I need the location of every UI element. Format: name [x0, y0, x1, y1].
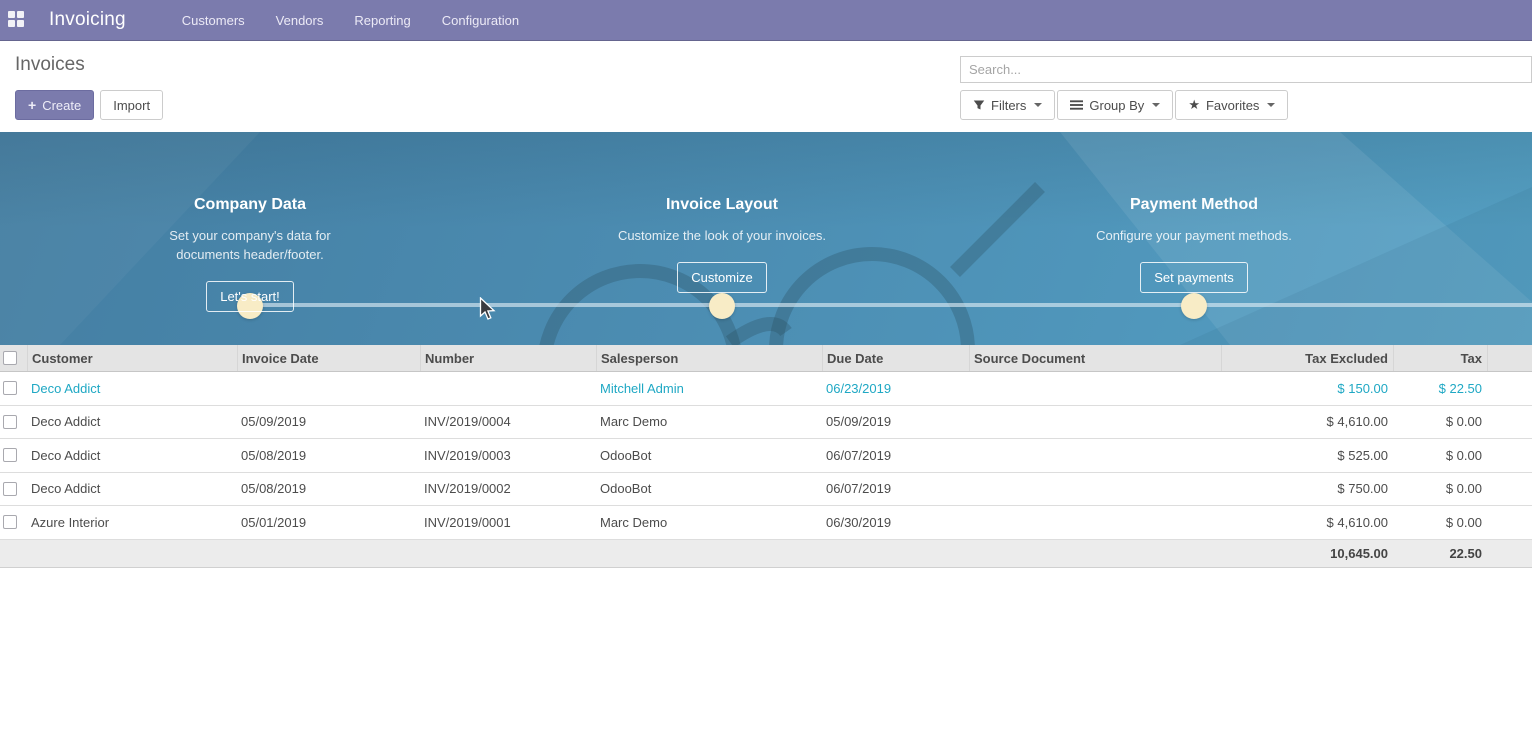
favorites-button[interactable]: ★ Favorites [1175, 90, 1288, 120]
column-header-customer[interactable]: Customer [27, 345, 237, 371]
menu-reporting[interactable]: Reporting [354, 13, 410, 28]
column-header-source-document[interactable]: Source Document [969, 345, 1221, 371]
onboarding-step-company-data: Company Data Set your company's data for… [100, 196, 400, 312]
step-title: Payment Method [1044, 196, 1344, 214]
app-brand-title: Invoicing [49, 9, 126, 31]
row-checkbox[interactable] [3, 515, 17, 529]
onboarding-step-payment-method: Payment Method Configure your payment me… [1044, 196, 1344, 293]
chevron-down-icon [1267, 103, 1275, 107]
cell-invoice-date: 05/08/2019 [237, 481, 420, 496]
column-header-spacer [1487, 345, 1532, 371]
group-by-button[interactable]: Group By [1057, 90, 1173, 120]
cell-salesperson: OdooBot [596, 481, 822, 496]
plus-icon: + [28, 97, 36, 113]
cell-due-date: 05/09/2019 [822, 414, 969, 429]
cell-salesperson: Marc Demo [596, 515, 822, 530]
star-icon: ★ [1188, 97, 1200, 113]
cell-number: INV/2019/0001 [420, 515, 596, 530]
cell-due-date: 06/07/2019 [822, 448, 969, 463]
step-description: Customize the look of your invoices. [611, 226, 833, 245]
row-checkbox[interactable] [3, 482, 17, 496]
onboarding-banner: Company Data Set your company's data for… [0, 132, 1532, 345]
table-header-row: Customer Invoice Date Number Salesperson… [0, 345, 1532, 372]
step-description: Configure your payment methods. [1083, 226, 1305, 245]
step-description: Set your company's data for documents he… [139, 226, 361, 264]
menu-vendors[interactable]: Vendors [276, 13, 324, 28]
cell-salesperson: Mitchell Admin [596, 381, 822, 396]
cell-tax: $ 0.00 [1393, 515, 1487, 530]
cell-customer: Deco Addict [27, 481, 237, 496]
column-header-number[interactable]: Number [420, 345, 596, 371]
cell-number: INV/2019/0003 [420, 448, 596, 463]
step-title: Company Data [100, 196, 400, 214]
total-tax-excluded: 10,645.00 [1221, 546, 1393, 561]
total-tax: 22.50 [1393, 546, 1487, 561]
filters-button[interactable]: Filters [960, 90, 1055, 120]
invoice-list: Customer Invoice Date Number Salesperson… [0, 345, 1532, 568]
invoicing-app: Invoicing Customers Vendors Reporting Co… [0, 0, 1532, 753]
cell-tax-excluded: $ 525.00 [1221, 448, 1393, 463]
step-dot-invoice-layout [709, 293, 735, 319]
customize-button[interactable]: Customize [677, 262, 766, 293]
table-footer-totals: 10,645.00 22.50 [0, 540, 1532, 568]
table-row[interactable]: Deco Addict Mitchell Admin 06/23/2019 $ … [0, 372, 1532, 406]
column-header-invoice-date[interactable]: Invoice Date [237, 345, 420, 371]
cell-tax-excluded: $ 4,610.00 [1221, 515, 1393, 530]
control-panel: Invoices + Create Import Filters [0, 41, 1532, 132]
cell-tax-excluded: $ 150.00 [1221, 381, 1393, 396]
cell-due-date: 06/23/2019 [822, 381, 969, 396]
onboarding-step-invoice-layout: Invoice Layout Customize the look of you… [572, 196, 872, 293]
import-button[interactable]: Import [100, 90, 163, 120]
table-row[interactable]: Deco Addict 05/09/2019 INV/2019/0004 Mar… [0, 406, 1532, 440]
row-checkbox[interactable] [3, 415, 17, 429]
row-checkbox[interactable] [3, 381, 17, 395]
table-row[interactable]: Deco Addict 05/08/2019 INV/2019/0003 Odo… [0, 439, 1532, 473]
column-header-tax[interactable]: Tax [1393, 345, 1487, 371]
cell-tax: $ 0.00 [1393, 414, 1487, 429]
cell-invoice-date: 05/08/2019 [237, 448, 420, 463]
cell-due-date: 06/30/2019 [822, 515, 969, 530]
column-header-due-date[interactable]: Due Date [822, 345, 969, 371]
onboarding-progress-line [250, 303, 1532, 307]
cell-tax: $ 22.50 [1393, 381, 1487, 396]
filter-funnel-icon [973, 99, 985, 111]
column-header-tax-excluded[interactable]: Tax Excluded [1221, 345, 1393, 371]
lets-start-button[interactable]: Let's start! [206, 281, 294, 312]
cell-invoice-date: 05/01/2019 [237, 515, 420, 530]
set-payments-button[interactable]: Set payments [1140, 262, 1248, 293]
chevron-down-icon [1152, 103, 1160, 107]
cell-due-date: 06/07/2019 [822, 481, 969, 496]
select-all-checkbox[interactable] [3, 351, 17, 365]
chevron-down-icon [1034, 103, 1042, 107]
cell-tax-excluded: $ 4,610.00 [1221, 414, 1393, 429]
menu-configuration[interactable]: Configuration [442, 13, 519, 28]
top-navbar: Invoicing Customers Vendors Reporting Co… [0, 0, 1532, 41]
cell-salesperson: Marc Demo [596, 414, 822, 429]
create-button[interactable]: + Create [15, 90, 94, 120]
cell-salesperson: OdooBot [596, 448, 822, 463]
search-input[interactable] [960, 56, 1532, 83]
column-header-salesperson[interactable]: Salesperson [596, 345, 822, 371]
page-title: Invoices [15, 54, 85, 76]
cell-customer: Deco Addict [27, 381, 237, 396]
cell-number: INV/2019/0002 [420, 481, 596, 496]
cell-customer: Azure Interior [27, 515, 237, 530]
menu-customers[interactable]: Customers [182, 13, 245, 28]
cell-number: INV/2019/0004 [420, 414, 596, 429]
step-title: Invoice Layout [572, 196, 872, 214]
cell-tax-excluded: $ 750.00 [1221, 481, 1393, 496]
navbar-menu: Customers Vendors Reporting Configuratio… [182, 13, 519, 28]
table-row[interactable]: Deco Addict 05/08/2019 INV/2019/0002 Odo… [0, 473, 1532, 507]
step-dot-payment-method [1181, 293, 1207, 319]
cell-tax: $ 0.00 [1393, 448, 1487, 463]
row-checkbox[interactable] [3, 448, 17, 462]
group-by-bars-icon [1070, 99, 1083, 111]
apps-grid-icon[interactable] [8, 11, 26, 29]
cell-tax: $ 0.00 [1393, 481, 1487, 496]
cell-customer: Deco Addict [27, 414, 237, 429]
table-row[interactable]: Azure Interior 05/01/2019 INV/2019/0001 … [0, 506, 1532, 540]
cell-invoice-date: 05/09/2019 [237, 414, 420, 429]
cell-customer: Deco Addict [27, 448, 237, 463]
